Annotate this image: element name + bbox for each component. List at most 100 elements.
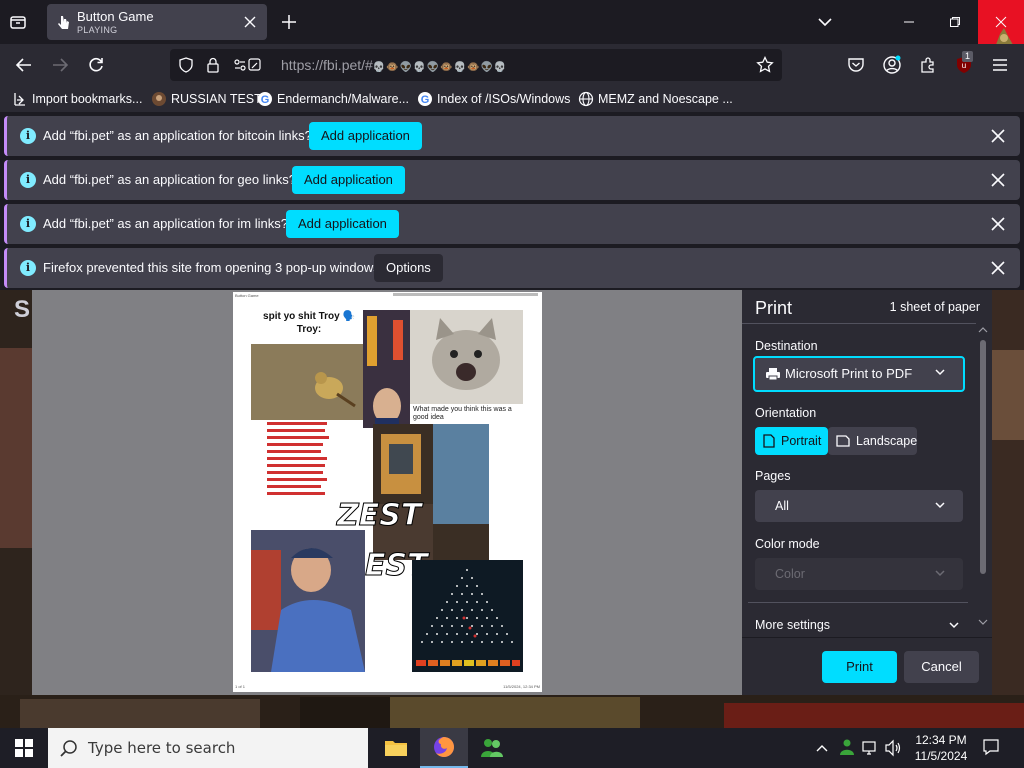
clock-date: 11/5/2024 (914, 749, 968, 763)
color-mode-label: Color mode (755, 537, 820, 551)
clock-time: 12:34 PM (915, 733, 967, 747)
svg-text:G: G (261, 94, 270, 106)
svg-text:G: G (421, 94, 430, 106)
extensions-puzzle-icon[interactable] (912, 49, 944, 81)
bookmark-endermanch[interactable]: G Endermanch/Malware... (257, 90, 409, 108)
show-hidden-icons-chevron[interactable] (815, 742, 829, 754)
printer-icon (765, 367, 781, 381)
sheet-footer-page: 1 of 1 (235, 684, 246, 689)
popup-options-button[interactable]: Options (374, 254, 443, 282)
permissions-icon[interactable] (234, 57, 262, 73)
preview-zest-text: ZEST (336, 498, 422, 534)
close-icon[interactable] (988, 214, 1008, 234)
forward-button[interactable] (44, 49, 76, 81)
destination-select[interactable]: Microsoft Print to PDF (753, 356, 965, 392)
page-background-photo-right (992, 350, 1024, 440)
info-icon: i (20, 128, 36, 144)
close-icon[interactable] (988, 258, 1008, 278)
print-button[interactable]: Print (822, 651, 897, 683)
destination-label: Destination (755, 339, 818, 353)
url-bar[interactable]: https://fbi.pet/#💀🐵👽💀👽🐵💀🐵👽💀 (170, 49, 782, 81)
print-settings-panel: Print 1 sheet of paper Destination Micro… (742, 290, 992, 695)
start-button[interactable] (0, 728, 48, 768)
notification-bitcoin-handler: i Add “fbi.pet” as an application for bi… (4, 116, 1020, 156)
sheet-header-title: Button Game (235, 293, 259, 298)
taskbar-clock[interactable]: 12:34 PM 11/5/2024 (909, 732, 973, 764)
info-icon: i (20, 260, 36, 276)
add-application-button[interactable]: Add application (286, 210, 399, 238)
close-icon[interactable] (988, 126, 1008, 146)
add-application-button[interactable]: Add application (309, 122, 422, 150)
orientation-landscape-button[interactable]: Landscape (828, 427, 917, 455)
site-icon (151, 91, 167, 107)
import-icon (12, 91, 28, 107)
preview-heading: spit yo shit Troy 🗣️ Troy: (263, 311, 355, 335)
close-icon[interactable] (988, 170, 1008, 190)
notification-popup-blocked: i Firefox prevented this site from openi… (4, 248, 1020, 288)
app-menu-hamburger-icon[interactable] (984, 49, 1016, 81)
bookmark-import[interactable]: Import bookmarks... (12, 90, 142, 108)
bookmark-star-icon[interactable] (756, 56, 774, 74)
list-all-tabs-icon[interactable] (816, 14, 834, 30)
color-mode-select[interactable]: Color (755, 558, 963, 590)
tab-favicon (57, 14, 71, 30)
info-icon: i (20, 216, 36, 232)
sheet-footer-datetime: 11/5/2024, 12:34 PM (503, 684, 540, 689)
windows-taskbar: Type here to search 12:34 PM 11/5/2024 (0, 728, 1024, 768)
new-tab-button[interactable] (280, 13, 298, 31)
portrait-page-icon (763, 434, 775, 448)
tab-playing-label: PLAYING (77, 25, 118, 35)
account-icon[interactable] (876, 49, 908, 81)
bookmark-memz[interactable]: MEMZ and Noescape ... (578, 90, 733, 108)
notification-message: Firefox prevented this site from opening… (43, 260, 384, 275)
more-settings-toggle[interactable]: More settings (755, 618, 830, 632)
print-preview-sheet: Button Game spit yo shit Troy 🗣️ Troy: W… (233, 292, 542, 692)
cancel-button[interactable]: Cancel (904, 651, 979, 683)
browser-tab[interactable]: Button Game PLAYING (47, 4, 267, 40)
info-icon: i (20, 172, 36, 188)
file-explorer-icon[interactable] (372, 728, 420, 768)
tray-people-icon[interactable] (838, 738, 856, 756)
chevron-down-icon[interactable] (949, 620, 959, 630)
ublock-extension-icon[interactable]: u 1 (948, 49, 980, 81)
page-content: S Button Game spit yo shit Troy 🗣️ Troy: (0, 290, 1024, 728)
messenger-app-icon[interactable] (468, 728, 516, 768)
add-application-button[interactable]: Add application (292, 166, 405, 194)
preview-cat-image (410, 310, 523, 404)
notification-message: Add “fbi.pet” as an application for im l… (43, 216, 288, 231)
lock-icon[interactable] (206, 57, 220, 73)
panel-divider (742, 637, 992, 638)
notification-center-icon[interactable] (982, 738, 1000, 756)
tab-title: Button Game (77, 9, 154, 24)
chevron-down-icon (935, 568, 945, 578)
chevron-down-icon (935, 367, 945, 377)
settings-scrollbar[interactable] (976, 324, 990, 634)
preview-red-log-list (265, 420, 365, 500)
bookmark-index-isos[interactable]: G Index of /ISOs/Windows (417, 90, 570, 108)
panel-divider (742, 323, 976, 324)
volume-icon[interactable] (884, 739, 902, 757)
page-background-photo (0, 348, 32, 548)
tracking-protection-shield-icon[interactable] (178, 57, 194, 73)
pages-select[interactable]: All (755, 490, 963, 522)
reload-button[interactable] (80, 49, 112, 81)
preview-meme-caption: What made you think this was a good idea (410, 404, 523, 426)
tab-list-icon[interactable] (8, 12, 28, 32)
back-button[interactable] (8, 49, 40, 81)
print-title: Print (755, 298, 793, 318)
page-bottom-strip (0, 695, 1024, 728)
preview-collage-center (373, 424, 489, 560)
minimize-button[interactable] (886, 0, 932, 44)
network-icon[interactable] (861, 739, 879, 757)
bookmark-russian-test[interactable]: RUSSIAN TEST (151, 90, 262, 108)
print-preview-pane: Button Game spit yo shit Troy 🗣️ Troy: W… (32, 290, 742, 695)
restore-button[interactable] (932, 0, 978, 44)
preview-bird-image (251, 344, 365, 420)
search-icon (60, 739, 78, 757)
preview-person-image (251, 530, 365, 672)
tab-close-icon[interactable] (243, 15, 257, 29)
taskbar-search-box[interactable]: Type here to search (48, 728, 368, 768)
pocket-icon[interactable] (840, 49, 872, 81)
orientation-portrait-button[interactable]: Portrait (755, 427, 828, 455)
firefox-taskbar-icon[interactable] (420, 728, 468, 768)
